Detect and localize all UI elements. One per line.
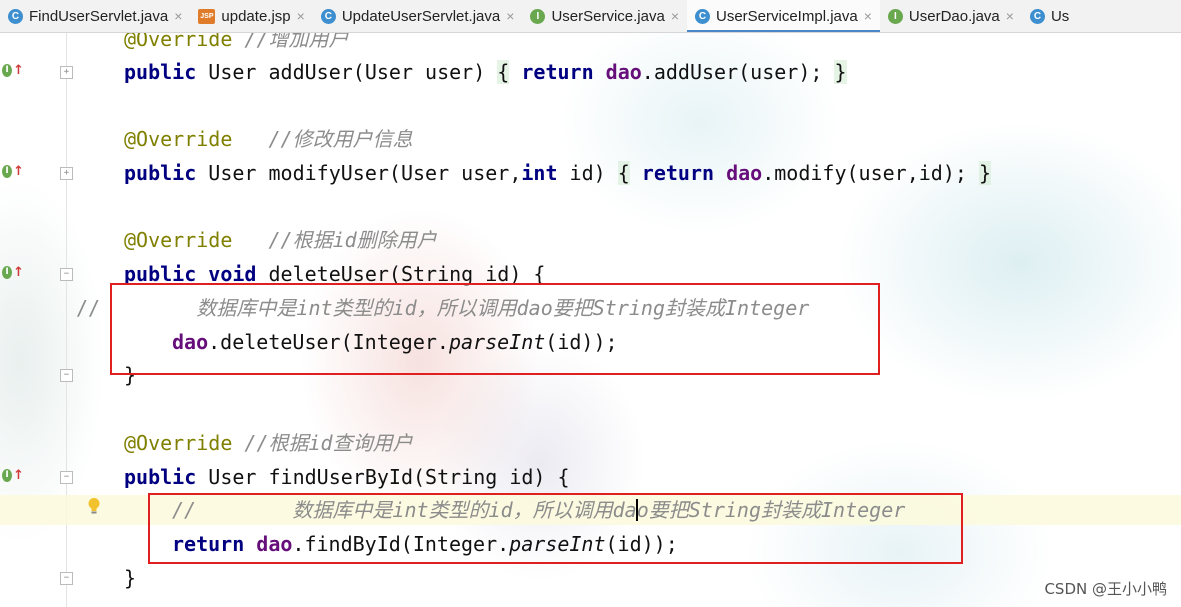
code-text: User modifyUser(User user, bbox=[196, 161, 522, 185]
tab-label: FindUserServlet.java bbox=[29, 7, 169, 25]
field-reference: dao bbox=[605, 60, 642, 84]
class-icon: C bbox=[320, 8, 336, 24]
tab-user-service-impl[interactable]: C UserServiceImpl.java × bbox=[687, 0, 880, 32]
tab-user-service[interactable]: I UserService.java × bbox=[522, 0, 687, 32]
tab-truncated[interactable]: C Us bbox=[1022, 0, 1077, 32]
tab-label: Us bbox=[1050, 7, 1070, 25]
editor-tab-bar: C FindUserServlet.java × JSP update.jsp … bbox=[0, 0, 1181, 33]
close-icon[interactable]: × bbox=[506, 8, 514, 24]
field-reference: dao bbox=[726, 161, 763, 185]
close-icon[interactable]: × bbox=[174, 8, 182, 24]
code-line: @Override //根据id删除用户 bbox=[124, 227, 437, 253]
tab-update-jsp[interactable]: JSP update.jsp × bbox=[190, 0, 312, 32]
keyword: return bbox=[641, 161, 715, 185]
keyword: public bbox=[124, 60, 197, 84]
interface-icon: I bbox=[887, 8, 903, 24]
comment-prefix: // bbox=[76, 296, 101, 320]
annotation: @Override bbox=[124, 127, 233, 151]
jsp-icon: JSP bbox=[198, 8, 216, 24]
brace: { bbox=[497, 60, 510, 84]
keyword: return bbox=[521, 60, 594, 84]
tab-label: UserServiceImpl.java bbox=[716, 7, 858, 25]
comment: //根据id删除用户 bbox=[232, 228, 437, 252]
class-icon: C bbox=[1029, 8, 1045, 24]
code-line: @Override //修改用户信息 bbox=[124, 126, 413, 152]
code-text: User addUser(User user) bbox=[196, 60, 498, 84]
keyword: public bbox=[124, 465, 197, 489]
keyword: public bbox=[124, 161, 197, 185]
tab-label: UserService.java bbox=[551, 7, 665, 25]
interface-icon: I bbox=[530, 8, 546, 24]
code-text: User findUserById(String id) { bbox=[196, 465, 570, 489]
comment: //修改用户信息 bbox=[232, 127, 413, 151]
watermark-text: CSDN @王小小鸭 bbox=[1044, 580, 1167, 598]
class-icon: C bbox=[695, 8, 710, 24]
brace: } bbox=[124, 566, 137, 590]
highlight-box bbox=[148, 493, 963, 564]
brace: } bbox=[978, 161, 992, 185]
code-line: } bbox=[124, 565, 136, 591]
close-icon[interactable]: × bbox=[671, 8, 679, 24]
brace: } bbox=[834, 60, 847, 84]
close-icon[interactable]: × bbox=[864, 8, 872, 24]
code-text: .modify(user,id); bbox=[762, 161, 979, 185]
code-text: id) bbox=[557, 161, 618, 185]
code-line: public User modifyUser(User user,int id)… bbox=[124, 160, 992, 186]
tab-update-user-servlet[interactable]: C UpdateUserServlet.java × bbox=[313, 0, 523, 32]
tab-user-dao[interactable]: I UserDao.java × bbox=[880, 0, 1022, 32]
code-text: .addUser(user); bbox=[641, 60, 835, 84]
close-icon[interactable]: × bbox=[297, 8, 305, 24]
keyword: int bbox=[521, 161, 558, 185]
code-line: public User findUserById(String id) { bbox=[124, 464, 570, 490]
highlight-box bbox=[110, 283, 880, 375]
tab-label: update.jsp bbox=[221, 7, 291, 25]
annotation: @Override bbox=[124, 431, 233, 455]
annotation: @Override bbox=[124, 228, 233, 252]
code-line: public User addUser(User user) { return … bbox=[124, 59, 847, 85]
brace: { bbox=[617, 161, 630, 185]
tab-label: UpdateUserServlet.java bbox=[341, 7, 501, 25]
code-line: @Override //根据id查询用户 bbox=[124, 430, 413, 456]
close-icon[interactable]: × bbox=[1006, 8, 1014, 24]
class-icon: C bbox=[8, 8, 23, 24]
comment: //根据id查询用户 bbox=[232, 431, 413, 455]
tab-label: UserDao.java bbox=[908, 7, 1000, 25]
tab-find-user-servlet[interactable]: C FindUserServlet.java × bbox=[0, 0, 190, 32]
